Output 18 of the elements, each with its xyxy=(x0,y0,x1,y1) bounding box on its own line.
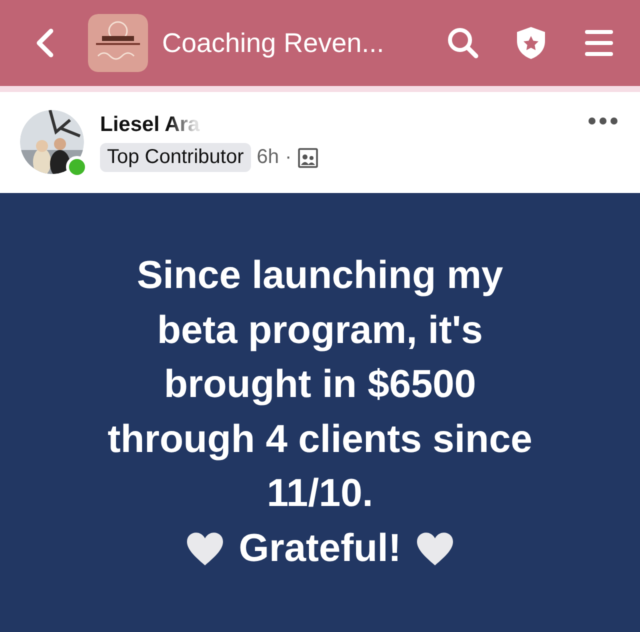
shield-star-icon[interactable] xyxy=(514,26,548,60)
more-icon[interactable] xyxy=(588,116,618,126)
contributor-badge: Top Contributor xyxy=(100,143,251,172)
members-icon xyxy=(298,148,318,168)
post-text-line: Since launching my xyxy=(136,253,504,299)
post-text-line: through 4 clients since xyxy=(108,416,532,462)
heart-icon xyxy=(184,530,225,567)
post-text-line: beta program, it's xyxy=(157,308,483,354)
group-title: Coaching Reven... xyxy=(162,28,386,58)
search-icon[interactable] xyxy=(446,26,480,60)
post-text-line: 11/10. xyxy=(266,471,374,517)
post-time: 6h xyxy=(256,146,279,169)
group-logo-icon[interactable] xyxy=(88,14,148,72)
post-text-line: Grateful! xyxy=(238,526,402,572)
heart-icon xyxy=(415,530,456,567)
back-icon[interactable] xyxy=(34,28,56,58)
post-text-line: brought in $6500 xyxy=(164,362,476,408)
separator: · xyxy=(285,146,292,169)
